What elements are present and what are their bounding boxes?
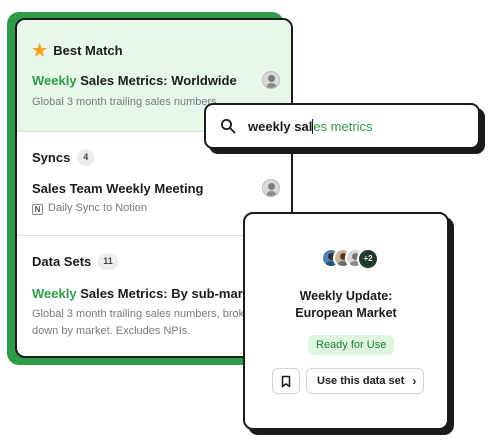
best-match-label: Best Match xyxy=(53,43,123,58)
star-icon: ★ xyxy=(32,41,48,60)
user-avatar-icon xyxy=(262,71,280,89)
data-sets-label: Data Sets xyxy=(32,254,92,269)
search-query: weekly sales metrics xyxy=(248,119,373,134)
data-sets-count-badge: 11 xyxy=(98,253,118,270)
notion-icon: N xyxy=(32,204,43,215)
title-highlight: Weekly xyxy=(32,73,77,88)
collaborator-avatars: +2 xyxy=(321,248,401,270)
data-set-item-subtitle-line1: Global 3 month trailing sales numbers, b… xyxy=(32,308,257,320)
dataset-title-line1: Weekly Update: xyxy=(299,289,393,303)
sync-item-title[interactable]: Sales Team Weekly Meeting xyxy=(32,181,203,196)
best-match-item-subtitle: Global 3 month trailing sales numbers. xyxy=(32,96,220,108)
data-set-item-subtitle-line2: down by market. Excludes NPIs. xyxy=(32,325,191,337)
syncs-heading: Syncs 4 xyxy=(32,149,95,166)
best-match-heading: ★ Best Match xyxy=(32,42,123,59)
sync-item-subtitle-text: Daily Sync to Notion xyxy=(48,202,148,214)
extra-collaborators-badge: +2 xyxy=(357,248,379,270)
chevron-right-icon: › xyxy=(412,374,417,388)
use-data-set-label: Use this data set xyxy=(317,375,405,387)
user-avatar-icon xyxy=(262,179,280,197)
title-rest: Sales Metrics: By sub-markets xyxy=(76,286,269,301)
dataset-card-title: Weekly Update: European Market xyxy=(245,288,447,322)
bookmark-icon xyxy=(281,375,291,387)
syncs-label: Syncs xyxy=(32,150,71,165)
best-match-item-title[interactable]: Weekly Sales Metrics: Worldwide xyxy=(32,73,237,88)
search-typed-text: weekly sal xyxy=(248,119,313,134)
search-input[interactable]: weekly sales metrics xyxy=(204,103,480,149)
sync-item-subtitle: N Daily Sync to Notion xyxy=(32,200,147,217)
search-icon xyxy=(221,119,236,134)
search-autocomplete-suggestion: es metrics xyxy=(313,119,373,134)
dataset-card: +2 Weekly Update: European Market Ready … xyxy=(243,212,449,430)
bookmark-button[interactable] xyxy=(272,368,300,394)
use-data-set-button[interactable]: Use this data set › xyxy=(306,368,424,394)
syncs-count-badge: 4 xyxy=(77,149,95,166)
status-badge: Ready for Use xyxy=(308,335,395,355)
title-rest: Sales Metrics: Worldwide xyxy=(76,73,237,88)
data-sets-heading: Data Sets 11 xyxy=(32,253,118,270)
dataset-title-line2: European Market xyxy=(295,306,397,320)
title-highlight: Weekly xyxy=(32,286,77,301)
data-set-item-title[interactable]: Weekly Sales Metrics: By sub-markets xyxy=(32,286,269,301)
